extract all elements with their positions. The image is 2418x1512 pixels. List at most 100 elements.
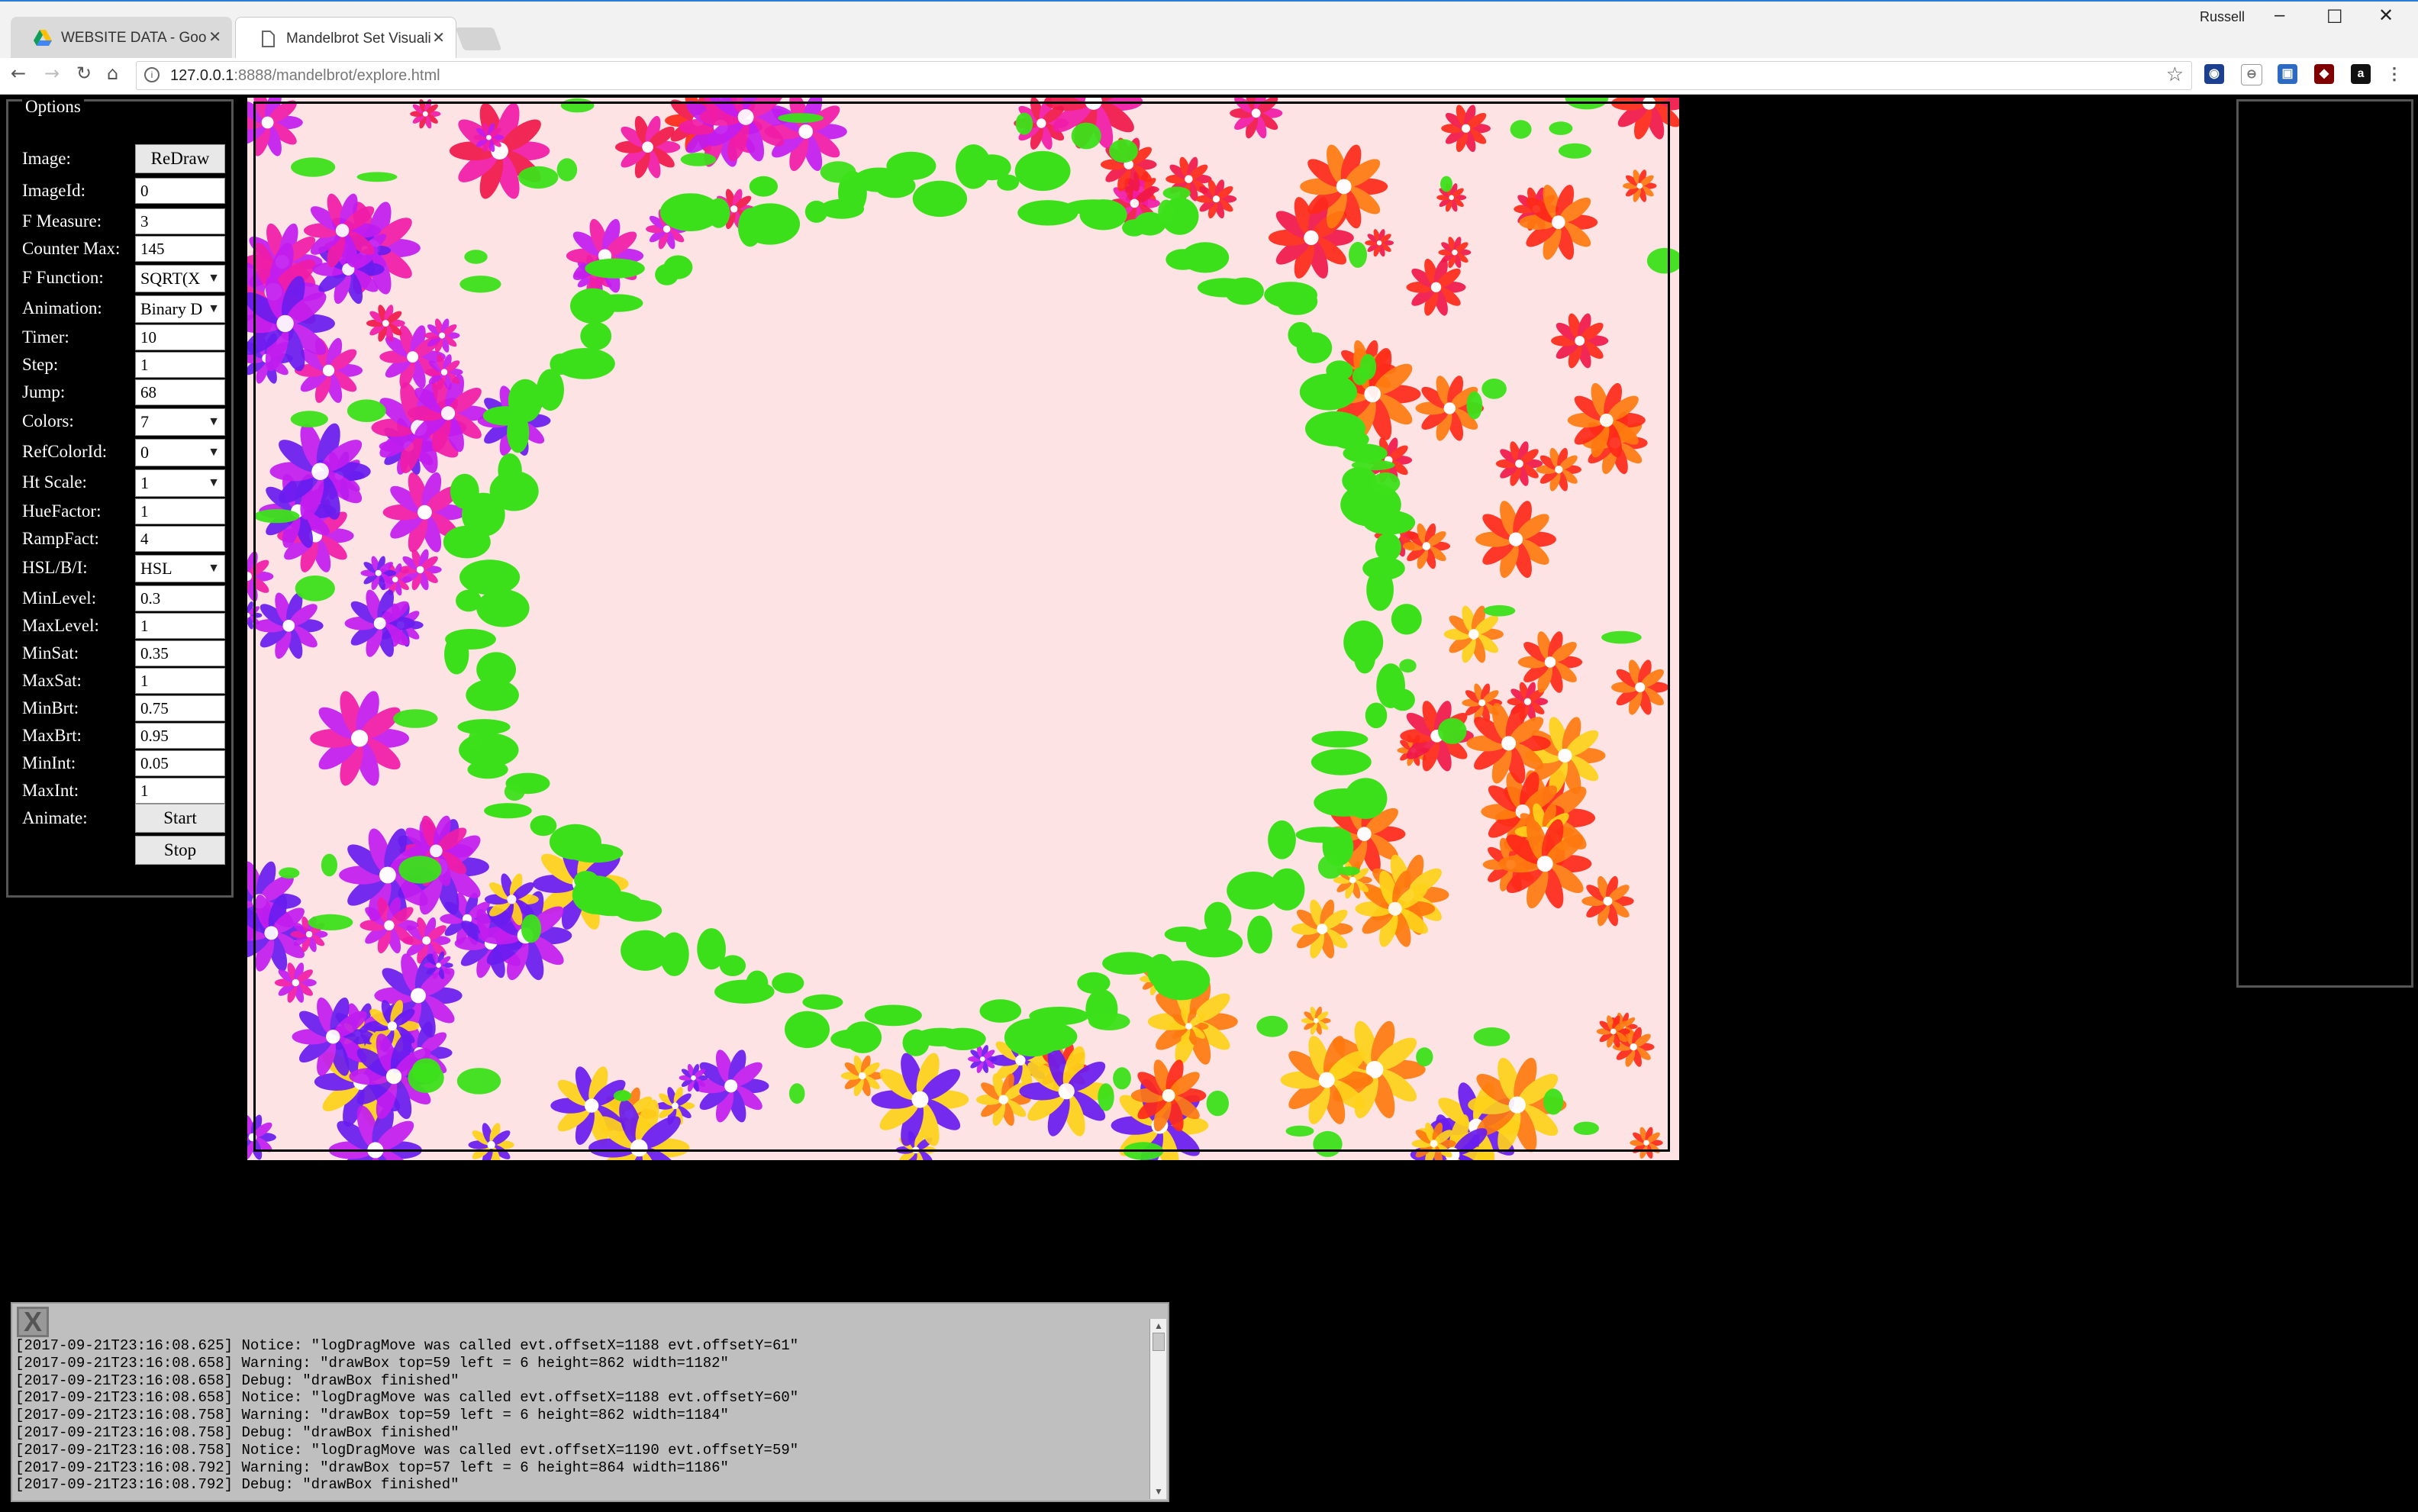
google-drive-icon	[34, 30, 52, 46]
option-input[interactable]: 145	[135, 236, 225, 262]
option-label: RampFact:	[22, 529, 99, 548]
log-panel: X [2017-09-21T23:16:08.625] Notice: "log…	[11, 1302, 1169, 1502]
option-input[interactable]: 1	[135, 613, 225, 639]
option-input[interactable]: 3	[135, 208, 225, 234]
tab-mandelbrot[interactable]: Mandelbrot Set Visualiza ✕	[235, 17, 456, 60]
option-select-value: HSL	[140, 559, 172, 578]
option-input[interactable]: 0.75	[135, 695, 225, 721]
redraw-button[interactable]: ReDraw	[135, 144, 225, 173]
option-row: Ht Scale: 1 ▼	[22, 468, 228, 497]
stop-row: Stop	[22, 836, 228, 865]
option-select[interactable]: HSL ▼	[135, 555, 225, 582]
scroll-down-icon[interactable]: ▼	[1154, 1486, 1163, 1497]
option-row: Animation: Binary D ▼	[22, 294, 228, 323]
back-icon[interactable]: ←	[11, 63, 26, 84]
option-row: ImageId: 0	[22, 176, 228, 204]
eye-extension-icon[interactable]: ◉	[2204, 64, 2224, 84]
option-input[interactable]: 0	[135, 178, 225, 204]
option-input[interactable]: 1	[135, 498, 225, 524]
chevron-down-icon: ▼	[208, 446, 220, 459]
close-window-icon[interactable]: ✕	[2378, 5, 2394, 27]
option-input[interactable]: 1	[135, 352, 225, 378]
selection-drawbox	[253, 102, 1670, 1152]
option-select-value: Binary D	[140, 299, 203, 318]
options-panel: Options Image: ReDraw ImageId: 0 F Measure…	[6, 97, 234, 898]
url-text[interactable]: 127.0.0.1:8888/mandelbrot/explore.html	[170, 67, 440, 85]
option-select[interactable]: 1 ▼	[135, 469, 225, 497]
option-row: HSL/B/I: HSL ▼	[22, 553, 228, 582]
animate-row: Animate: Start	[22, 804, 228, 833]
option-label: MaxInt:	[22, 781, 79, 800]
option-select[interactable]: 0 ▼	[135, 439, 225, 466]
option-input[interactable]: 0.95	[135, 723, 225, 749]
browser-chrome: WEBSITE DATA - Google ✕ Mandelbrot Set V…	[0, 0, 2418, 95]
globe-extension-icon[interactable]: ⊖	[2241, 64, 2262, 85]
option-label: Ht Scale:	[22, 472, 87, 492]
option-row: MinBrt: 0.75	[22, 694, 228, 721]
chevron-down-icon: ▼	[208, 562, 220, 575]
option-label: Counter Max:	[22, 239, 121, 258]
option-row: MaxSat: 1	[22, 666, 228, 694]
browser-toolbar: ← → ↻ ⌂ i 127.0.0.1:8888/mandelbrot/expl…	[0, 58, 2418, 95]
option-label: MinBrt:	[22, 698, 79, 717]
log-close-button[interactable]: X	[17, 1307, 49, 1337]
image-row: Image: ReDraw	[22, 144, 228, 173]
tab-close-icon[interactable]: ✕	[208, 27, 221, 47]
log-line: [2017-09-21T23:16:08.658] Debug: "drawBo…	[15, 1372, 459, 1389]
option-input[interactable]: 10	[135, 324, 225, 350]
option-label: Step:	[22, 355, 59, 374]
option-row: MaxBrt: 0.95	[22, 721, 228, 749]
scroll-thumb[interactable]	[1153, 1333, 1165, 1351]
profile-name[interactable]: Russell	[2200, 9, 2245, 25]
option-input[interactable]: 4	[135, 526, 225, 552]
tab-close-icon[interactable]: ✕	[432, 28, 445, 47]
option-row: Jump: 68	[22, 378, 228, 405]
animate-label: Animate:	[22, 808, 88, 827]
log-line: [2017-09-21T23:16:08.758] Warning: "draw…	[15, 1407, 729, 1424]
option-input[interactable]: 0.05	[135, 750, 225, 776]
option-select[interactable]: SQRT(X ▼	[135, 265, 225, 292]
menu-dots-icon[interactable]: ⋮	[2384, 64, 2404, 84]
minimize-icon[interactable]: –	[2275, 5, 2284, 26]
option-input[interactable]: 1	[135, 778, 225, 804]
option-label: Timer:	[22, 327, 69, 347]
amazon-extension-icon[interactable]: a	[2351, 64, 2371, 84]
ublock-extension-icon[interactable]: ◆	[2314, 64, 2334, 84]
option-select[interactable]: 7 ▼	[135, 408, 225, 436]
log-line: [2017-09-21T23:16:08.625] Notice: "logDr…	[15, 1337, 799, 1354]
forward-icon[interactable]: →	[44, 63, 60, 84]
option-input[interactable]: 0.35	[135, 640, 225, 666]
option-input[interactable]: 0.3	[135, 585, 225, 611]
start-button[interactable]: Start	[135, 804, 225, 833]
option-row: F Measure: 3	[22, 207, 228, 234]
option-input[interactable]: 1	[135, 668, 225, 694]
reload-icon[interactable]: ↻	[76, 63, 92, 84]
option-label: MinSat:	[22, 643, 79, 663]
option-select-value: 7	[140, 412, 149, 431]
option-label: F Measure:	[22, 211, 102, 231]
option-select-value: 0	[140, 443, 149, 462]
log-line: [2017-09-21T23:16:08.658] Notice: "logDr…	[15, 1389, 799, 1407]
site-info-icon[interactable]: i	[144, 67, 160, 82]
option-row: Step: 1	[22, 350, 228, 378]
option-label: ImageId:	[22, 181, 86, 200]
scroll-up-icon[interactable]: ▲	[1154, 1320, 1163, 1332]
log-scrollbar[interactable]: ▲ ▼	[1149, 1319, 1166, 1499]
bookmark-star-icon[interactable]: ☆	[2166, 63, 2184, 86]
chevron-down-icon: ▼	[208, 476, 220, 489]
option-input[interactable]: 68	[135, 379, 225, 405]
maximize-icon[interactable]: ☐	[2326, 6, 2343, 28]
option-select[interactable]: Binary D ▼	[135, 295, 225, 323]
home-icon[interactable]: ⌂	[107, 63, 118, 84]
option-label: MinLevel:	[22, 588, 97, 608]
option-label: Colors:	[22, 411, 74, 430]
option-row: MinSat: 0.35	[22, 639, 228, 666]
mandelbrot-canvas[interactable]	[247, 98, 1679, 1160]
calendar-extension-icon[interactable]: ▣	[2278, 64, 2297, 84]
address-bar[interactable]: i 127.0.0.1:8888/mandelbrot/explore.html…	[136, 61, 2192, 90]
tab-website-data[interactable]: WEBSITE DATA - Google ✕	[11, 17, 232, 60]
log-line: [2017-09-21T23:16:08.658] Warning: "draw…	[15, 1354, 729, 1372]
stop-button[interactable]: Stop	[135, 836, 225, 865]
page-icon	[262, 31, 275, 47]
new-tab-button[interactable]	[455, 27, 502, 50]
